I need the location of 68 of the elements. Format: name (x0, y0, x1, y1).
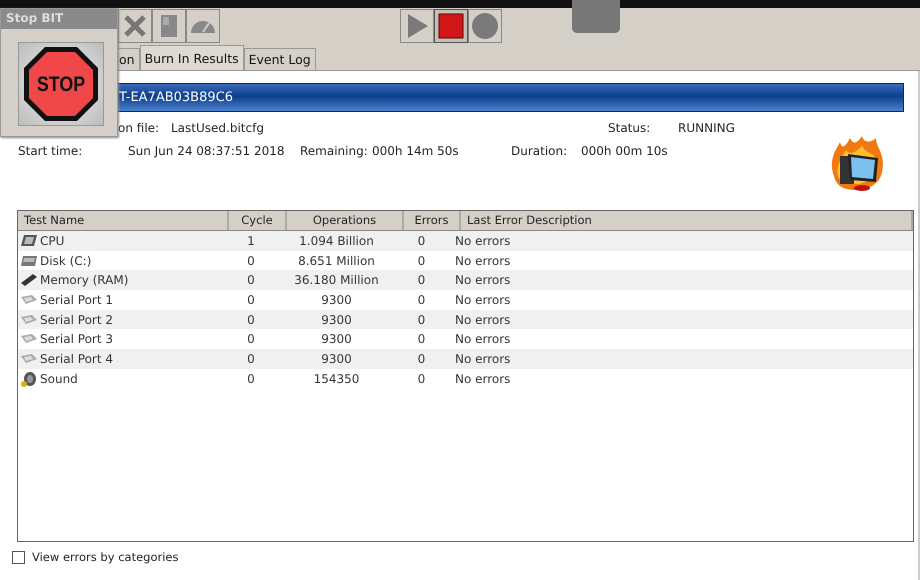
table-cell: 0 (247, 332, 255, 346)
table-cell: 0 (418, 312, 426, 327)
info-label: Start time: (17, 143, 84, 159)
chip-icon (20, 234, 38, 248)
table-cell: 1 (247, 234, 255, 248)
table-cell: 1.094 Billion (299, 234, 374, 248)
table-cell: 0 (418, 352, 426, 366)
stop-button[interactable] (434, 9, 468, 43)
table-cell: No errors (455, 234, 510, 248)
info-label: Duration: (511, 143, 568, 159)
table-cell: CPU (40, 234, 64, 248)
table-cell: 0 (418, 292, 426, 307)
speaker-icon (20, 370, 38, 387)
table-cell: 9300 (321, 352, 352, 366)
table-cell: No errors (455, 352, 510, 366)
table-cell: 9300 (321, 292, 352, 307)
table-cell: Serial Port 2 (40, 312, 114, 327)
table-cell: Serial Port 1 (40, 292, 114, 307)
info-value: RUNNING (678, 120, 735, 136)
table-cell: 0 (247, 254, 255, 268)
table-cell: 0 (418, 332, 426, 346)
table-cell: No errors (455, 372, 510, 386)
gauge-button[interactable] (186, 9, 220, 43)
checkbox[interactable] (12, 550, 25, 564)
table-cell: No errors (455, 254, 510, 268)
checkbox-label: View errors by categories (32, 550, 178, 564)
serial-port-icon (20, 292, 38, 307)
table-cell: 0 (247, 372, 255, 386)
table-cell: Sound (40, 372, 78, 386)
table-cell: 0 (418, 234, 426, 248)
tab[interactable]: on (118, 48, 140, 70)
table-cell: 0 (247, 352, 255, 366)
tab[interactable]: Event Log (244, 48, 316, 70)
table-cell: 9300 (321, 332, 352, 346)
table-cell: 9300 (321, 312, 352, 327)
table-cell: 0 (418, 273, 426, 288)
table-cell: Disk (C:) (40, 254, 92, 268)
table-cell: No errors (455, 292, 510, 307)
table-cell: No errors (455, 332, 510, 346)
serial-port-icon (20, 312, 38, 327)
info-value: 000h 14m 50s (372, 143, 460, 159)
table-cell: 0 (418, 372, 426, 386)
info-label: Status: (608, 120, 652, 136)
table-cell: No errors (455, 312, 510, 327)
table-cell: 8.651 Million (298, 254, 375, 268)
table-cell: 0 (418, 254, 426, 268)
info-value: Sun Jun 24 08:37:51 2018 (128, 143, 286, 159)
info-label: Remaining: (300, 143, 369, 159)
table-cell: Serial Port 3 (40, 332, 114, 346)
close-button[interactable] (118, 9, 152, 43)
table-cell: 154350 (314, 372, 360, 386)
table-cell: Serial Port 4 (40, 352, 114, 366)
window-title: Stop BIT (1, 9, 117, 29)
stop-sign-button[interactable]: STOP (18, 42, 104, 126)
table-cell: No errors (455, 273, 510, 288)
memory-icon (20, 273, 38, 288)
table-cell: 36.180 Million (294, 273, 379, 288)
table-cell: 0 (247, 312, 255, 327)
info-label: on file: (118, 120, 160, 136)
info-value: 000h 00m 10s (581, 143, 668, 159)
info-value: LastUsed.bitcfg (171, 120, 265, 136)
tab[interactable]: Burn In Results (140, 45, 244, 70)
table-cell: 0 (247, 292, 255, 307)
table-cell: Memory (RAM) (40, 273, 128, 288)
serial-port-icon (20, 352, 38, 366)
camera-notch (572, 0, 620, 33)
table-cell: 0 (247, 273, 255, 288)
door-button[interactable] (152, 9, 186, 43)
